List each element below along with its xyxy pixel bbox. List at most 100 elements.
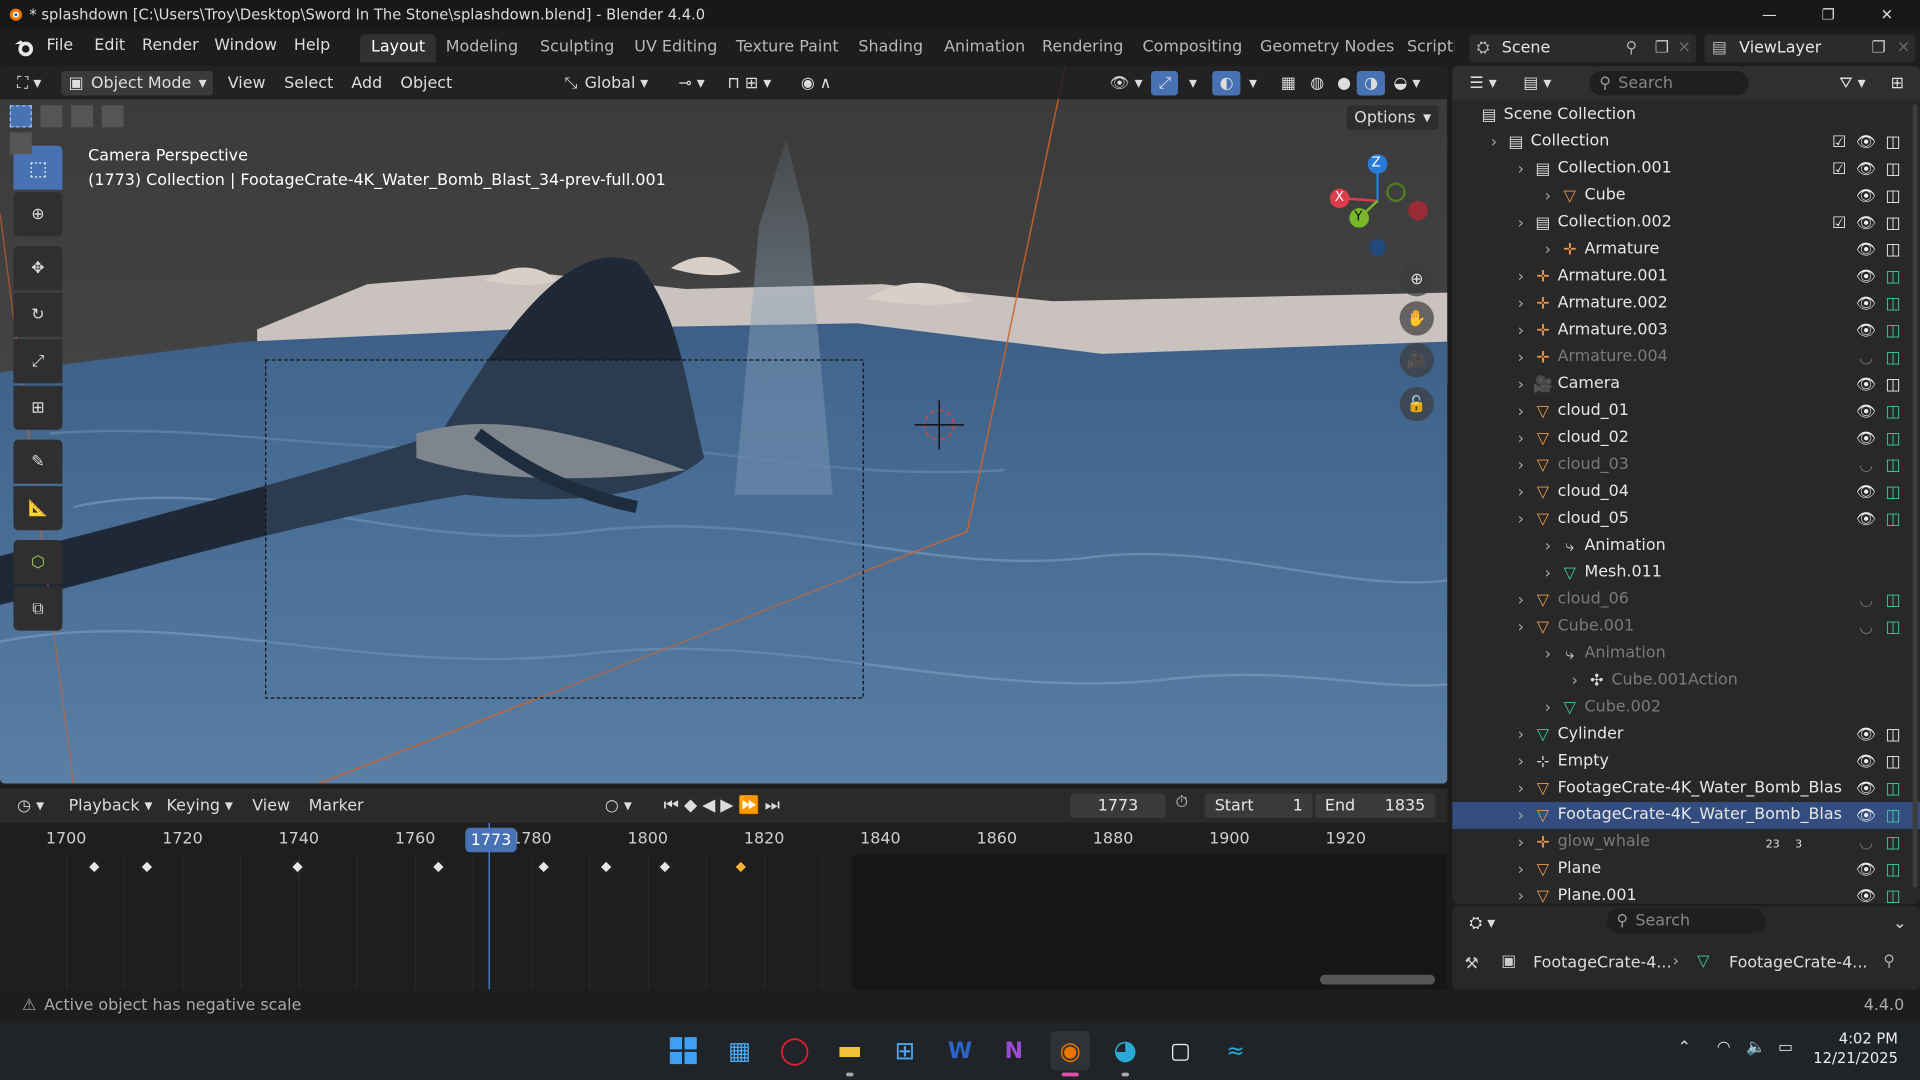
render-camera-icon[interactable]: ◫ [1883, 482, 1903, 502]
visibility-eye-icon[interactable]: 👁 [1856, 752, 1876, 772]
outliner-row[interactable]: › ✛ glow_whale ◡ ◫ 23 3 [1452, 829, 1920, 856]
editor-type-icon[interactable]: ⛶ ▾ [10, 71, 49, 95]
visibility-icon[interactable]: 👁 ▾ [1102, 71, 1150, 95]
jump-end-icon[interactable]: ⏭ [765, 796, 785, 816]
breadcrumb-data[interactable]: FootageCrate-4... [1729, 954, 1867, 972]
blender-taskbar-icon[interactable]: ◉ [1050, 1031, 1090, 1071]
menu-keying[interactable]: Keying ▾ [159, 793, 240, 817]
mode-dropdown[interactable]: ▣ Object Mode ▾ [61, 71, 214, 96]
render-camera-icon[interactable]: ◫ [1883, 429, 1903, 449]
zoom-icon[interactable]: ⊕ [1399, 262, 1434, 297]
timeline-editor-icon[interactable]: ◷ ▾ [10, 793, 52, 817]
select-intersect-icon[interactable] [9, 132, 32, 155]
expand-chevron-icon[interactable]: › [1511, 725, 1531, 745]
wireframe-shading-icon[interactable]: ◍ [1303, 71, 1332, 95]
tab-scripting[interactable]: Scripti [1396, 34, 1455, 62]
xray-icon[interactable]: ▦ [1273, 71, 1303, 95]
expand-chevron-icon[interactable]: › [1511, 752, 1531, 772]
new-collection-icon[interactable]: ⊞ [1883, 71, 1911, 95]
keyframe[interactable] [599, 860, 614, 874]
menu-playback[interactable]: Playback ▾ [61, 793, 160, 817]
render-camera-icon[interactable]: ◫ [1883, 321, 1903, 341]
visibility-eye-icon[interactable]: 👁 [1856, 402, 1876, 422]
start-windows-icon[interactable] [664, 1031, 703, 1070]
exclude-checkbox-icon[interactable]: ☑ [1829, 132, 1849, 152]
render-camera-icon[interactable]: ◫ [1883, 887, 1903, 904]
expand-chevron-icon[interactable]: › [1538, 563, 1558, 583]
remove-viewlayer-icon[interactable]: ✕ [1897, 39, 1910, 57]
options-dropdown[interactable]: Options ▾ [1346, 105, 1439, 130]
expand-chevron-icon[interactable]: › [1511, 294, 1531, 314]
render-camera-icon[interactable]: ◫ [1883, 806, 1903, 826]
visibility-eye-icon[interactable]: 👁 [1856, 159, 1876, 179]
outliner-row[interactable]: › ✛ Armature.003 👁 ◫ [1452, 317, 1920, 344]
dolphin-app-icon[interactable]: ≈ [1216, 1031, 1255, 1070]
edge-icon[interactable]: ◕ [1106, 1031, 1145, 1070]
tool-icon[interactable]: ⚒ [1465, 955, 1479, 973]
expand-chevron-icon[interactable]: › [1565, 671, 1585, 691]
chevron-up-icon[interactable]: ⌃ [1678, 1038, 1691, 1056]
visibility-eye-icon[interactable]: 👁 [1856, 267, 1876, 287]
outliner-row[interactable]: › ▽ cloud_06 ◡ ◫ [1452, 587, 1920, 614]
outliner-row[interactable]: › ▤ Collection 👁 ◫ ☑ [1452, 129, 1920, 156]
add-cube-tool[interactable]: ⬡ [13, 540, 63, 585]
render-camera-icon[interactable]: ◫ [1883, 617, 1903, 637]
outliner-row[interactable]: › ⊹ Empty 👁 ◫ [1452, 748, 1920, 775]
select-invert-icon[interactable] [102, 105, 125, 128]
tab-animation[interactable]: Animation [933, 34, 1036, 62]
visibility-eye-icon[interactable]: 👁 [1856, 429, 1876, 449]
word-icon[interactable]: W [940, 1031, 979, 1070]
render-camera-icon[interactable]: ◫ [1883, 213, 1903, 233]
camera-view-icon[interactable]: 🎥 [1399, 342, 1434, 378]
lock-icon[interactable]: 🔓 [1399, 386, 1434, 422]
expand-chevron-icon[interactable]: › [1511, 833, 1531, 853]
visibility-eye-icon[interactable]: 👁 [1856, 482, 1876, 502]
expand-chevron-icon[interactable]: › [1511, 887, 1531, 904]
wifi-icon[interactable]: ◠ [1717, 1038, 1731, 1056]
proportional-edit-icon[interactable]: ◉ ∧ [793, 71, 838, 95]
outliner-row[interactable]: › ✛ Armature.002 👁 ◫ [1452, 290, 1920, 317]
display-mode-icon[interactable]: ▤ ▾ [1516, 71, 1559, 95]
keyframe[interactable] [290, 860, 305, 874]
menu-window[interactable]: Window [214, 37, 277, 55]
file-explorer-icon[interactable]: ▬ [830, 1031, 869, 1070]
measure-tool[interactable]: 📐 [13, 486, 63, 531]
outliner-panel[interactable]: ☰ ▾ ▤ ▾ ⚲ Search ⛛ ▾ ⊞ ▤ Scene Collection… [1452, 66, 1920, 904]
menu-object[interactable]: Object [393, 71, 460, 95]
visibility-eye-icon[interactable]: ◡ [1856, 617, 1876, 637]
clock-time[interactable]: 4:02 PM [1837, 1030, 1898, 1047]
tab-compositing[interactable]: Compositing [1131, 34, 1253, 62]
render-camera-icon[interactable]: ◫ [1883, 456, 1903, 476]
expand-chevron-icon[interactable]: › [1511, 860, 1531, 880]
expand-chevron-icon[interactable]: › [1538, 240, 1558, 260]
outliner-row[interactable]: ▤ Scene Collection [1452, 102, 1920, 129]
render-camera-icon[interactable]: ◫ [1883, 509, 1903, 529]
render-camera-icon[interactable]: ◫ [1883, 779, 1903, 799]
scene-selector[interactable]: ⛭ Scene ⚲ ❐ ✕ [1469, 34, 1696, 63]
expand-chevron-icon[interactable]: › [1511, 348, 1531, 368]
object-extra-tool[interactable]: ⧉ [13, 586, 63, 631]
tab-shading[interactable]: Shading [847, 34, 934, 62]
tab-sculpting[interactable]: Sculpting [529, 34, 625, 62]
outliner-editor-icon[interactable]: ☰ ▾ [1462, 71, 1504, 95]
menu-select[interactable]: Select [277, 71, 341, 95]
outliner-row[interactable]: › 🎥 Camera 👁 ◫ [1452, 371, 1920, 398]
annotate-tool[interactable]: ✎ [13, 439, 63, 484]
current-frame-field[interactable]: 1773 [1070, 793, 1166, 818]
expand-chevron-icon[interactable]: › [1511, 456, 1531, 476]
tab-rendering[interactable]: Rendering [1031, 34, 1134, 62]
render-camera-icon[interactable]: ◫ [1883, 375, 1903, 395]
filter-icon[interactable]: ⛛ ▾ [1832, 71, 1873, 95]
outliner-row[interactable]: › ▽ FootageCrate-4K_Water_Bomb_Blas 👁 ◫ [1452, 802, 1920, 829]
expand-chevron-icon[interactable]: › [1511, 402, 1531, 422]
outliner-row[interactable]: › ▤ Collection.002 👁 ◫ ☑ [1452, 209, 1920, 236]
visibility-eye-icon[interactable]: 👁 [1856, 779, 1876, 799]
menu-file[interactable]: File [47, 37, 74, 55]
select-new-icon[interactable] [9, 105, 32, 128]
chevron-down-icon[interactable]: ▾ [1242, 71, 1265, 95]
solid-shading-icon[interactable]: ● [1330, 71, 1359, 95]
menu-render[interactable]: Render [142, 37, 199, 55]
visibility-eye-icon[interactable]: ◡ [1856, 590, 1876, 610]
auto-keying-icon[interactable]: ○ ▾ [598, 793, 640, 817]
visibility-eye-icon[interactable]: 👁 [1856, 887, 1876, 904]
